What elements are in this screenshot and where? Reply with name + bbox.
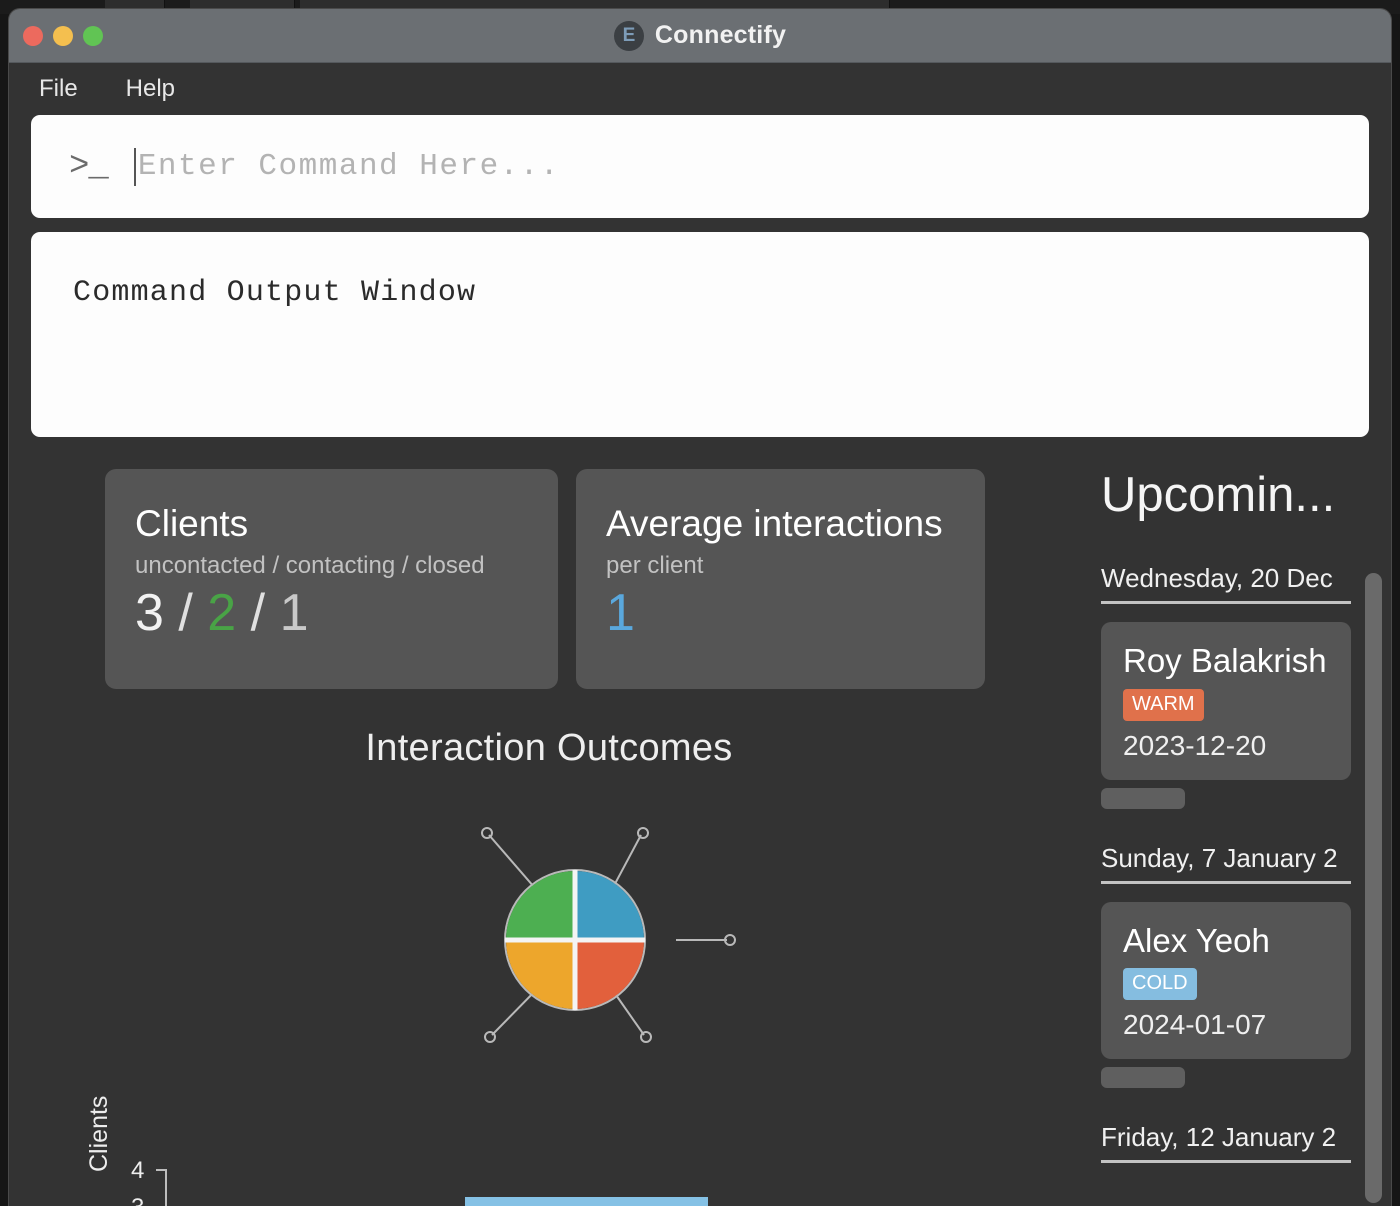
appointment-date-header: Wednesday, 20 Dec [1101, 563, 1351, 604]
app-logo-icon: E [613, 20, 644, 51]
pie-slice-interested [575, 940, 644, 1009]
upcoming-appointments-panel: Upcomin... Wednesday, 20 Dec Roy Balakri… [1101, 469, 1391, 1206]
pie-chart-title: Interaction Outcomes [365, 727, 733, 769]
upcoming-panel-title: Upcomin... [1101, 469, 1336, 522]
appointment-client-name: Roy Balakrish [1123, 643, 1327, 679]
application-window: E Connectify File Help >_ Enter Command … [8, 8, 1392, 1206]
close-window-button[interactable] [23, 25, 43, 46]
appointment-group: Friday, 12 January 2 [1101, 1122, 1391, 1164]
clients-separator-2: / [250, 583, 266, 642]
bar-chart-y-axis-label: Clients [85, 1095, 113, 1172]
average-interactions-value: 1 [606, 583, 635, 642]
status-badge: COLD [1123, 968, 1197, 1001]
minimize-window-button[interactable] [53, 25, 73, 46]
clients-card-subtitle: uncontacted / contacting / closed [135, 551, 485, 579]
average-card-value-row: 1 [606, 584, 955, 644]
command-input-placeholder: Enter Command Here... [137, 149, 560, 184]
command-area: >_ Enter Command Here... Command Output … [9, 115, 1391, 437]
pie-chart-svg [481, 827, 736, 1043]
appointment-date: 2023-12-20 [1123, 729, 1267, 761]
text-caret [133, 147, 136, 186]
menu-bar: File Help [9, 63, 1391, 115]
appointment-group: Sunday, 7 January 2 Alex Yeoh COLD 2024-… [1101, 843, 1391, 1089]
appointment-date-header: Sunday, 7 January 2 [1101, 843, 1351, 884]
clients-separator-1: / [178, 583, 193, 642]
appointment-date: 2024-01-07 [1123, 1009, 1267, 1041]
clients-card-title: Clients [135, 503, 249, 544]
pie-slice-follow-up-required [506, 871, 575, 940]
appointment-action-pill[interactable] [1101, 787, 1185, 809]
average-card-subtitle: per client [606, 551, 704, 579]
window-title-center: E Connectify [9, 9, 1391, 62]
upcoming-panel-scrollbar[interactable] [1365, 573, 1382, 1206]
clients-uncontacted-value: 3 [135, 583, 164, 642]
command-output-text: Command Output Window [73, 276, 477, 310]
appointment-card[interactable]: Roy Balakrish WARM 2023-12-20 [1101, 621, 1351, 780]
bar-chart-bar [465, 1197, 708, 1206]
clients-contacting-value: 2 [207, 583, 237, 642]
appointment-card[interactable]: Alex Yeoh COLD 2024-01-07 [1101, 901, 1351, 1060]
command-input-field[interactable]: >_ Enter Command Here... [31, 115, 1369, 218]
status-badge: WARM [1123, 688, 1204, 721]
clients-closed-value: 1 [279, 583, 309, 642]
dashboard-body: Clients uncontacted / contacting / close… [9, 469, 1391, 1206]
interaction-outcomes-chart: Interaction Outcomes [9, 727, 1089, 1048]
stat-card-average-interactions: Average interactions per client 1 [576, 469, 985, 689]
bar-chart-y-axis-line [165, 1169, 167, 1206]
bar-chart-ytick-4: 4 [131, 1157, 145, 1184]
menu-item-file[interactable]: File [33, 73, 84, 105]
pie-chart-canvas [9, 798, 1089, 1048]
appointment-client-name: Alex Yeoh [1123, 923, 1270, 959]
command-output-window[interactable]: Command Output Window [31, 232, 1369, 437]
window-title-text: Connectify [654, 21, 787, 49]
scrollbar-thumb[interactable] [1365, 573, 1382, 1203]
window-title-bar[interactable]: E Connectify [9, 9, 1391, 63]
pie-slice-closed [575, 871, 644, 940]
terminal-prompt-icon: >_ [69, 147, 109, 186]
appointment-action-pill[interactable] [1101, 1067, 1185, 1089]
menu-item-help[interactable]: Help [120, 73, 181, 105]
maximize-window-button[interactable] [83, 25, 103, 46]
bar-chart-ytick-3: 3 [131, 1194, 144, 1206]
pie-slice-not-interested [506, 940, 575, 1009]
clients-card-values: 3 / 2 / 1 [135, 584, 528, 644]
stat-card-clients: Clients uncontacted / contacting / close… [105, 469, 558, 689]
window-controls [9, 25, 103, 46]
average-card-title: Average interactions [606, 503, 943, 544]
appointment-group: Wednesday, 20 Dec Roy Balakrish WARM 202… [1101, 563, 1391, 809]
stat-card-row: Clients uncontacted / contacting / close… [105, 469, 985, 689]
appointment-date-header: Friday, 12 January 2 [1101, 1122, 1351, 1164]
bar-chart-tickmark-4 [156, 1169, 166, 1171]
